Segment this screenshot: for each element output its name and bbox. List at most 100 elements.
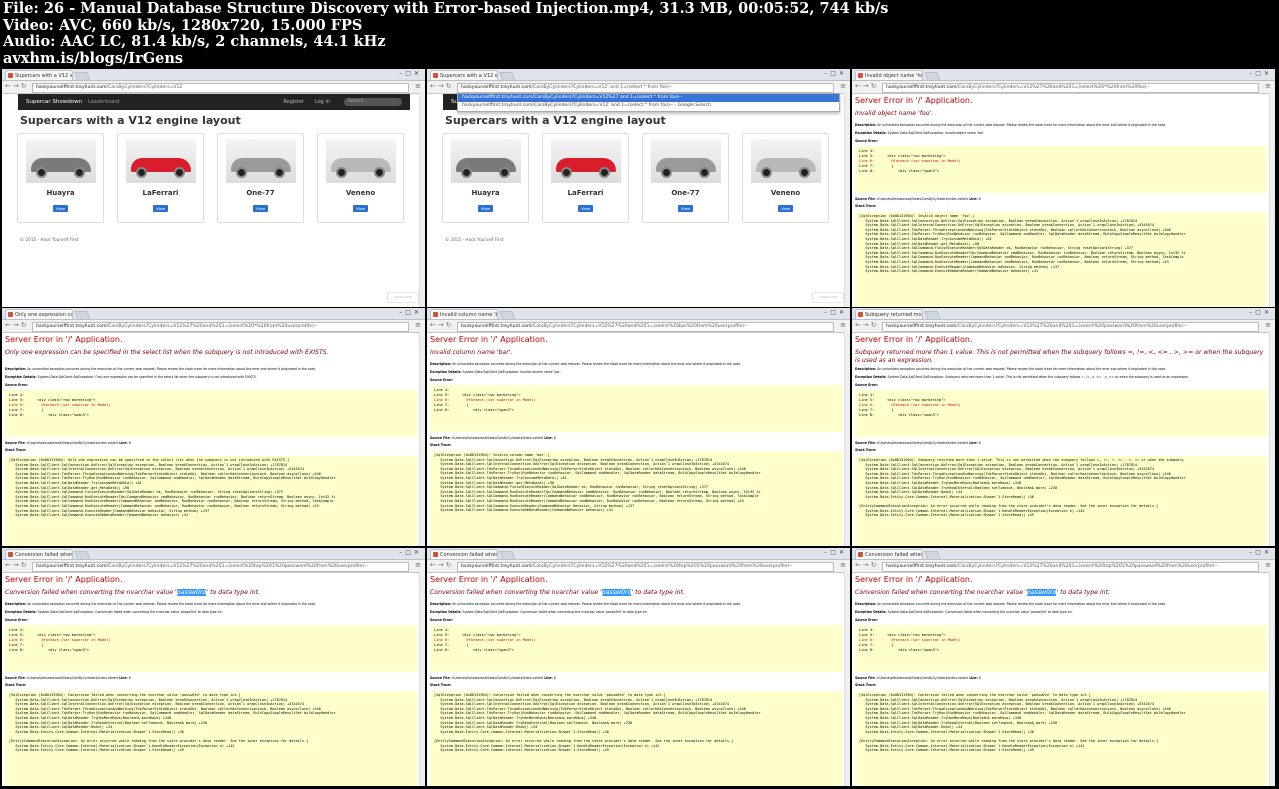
scrollbar[interactable] — [1269, 93, 1275, 307]
menu-icon[interactable]: ≡ — [1265, 561, 1271, 569]
site-brand[interactable]: Supercar Showdown — [26, 94, 82, 110]
car-list: Huayra View LaFerrari View One-77 View Veneno V… — [17, 133, 410, 223]
new-tab-button[interactable] — [74, 72, 91, 81]
view-button[interactable]: View — [253, 205, 268, 212]
url-input[interactable]: hackyourselffirst.troyhunt.com/CarsByCyl… — [882, 561, 1259, 572]
view-button[interactable]: View — [578, 205, 593, 212]
url-input[interactable]: hackyourselffirst.troyhunt.com/CarsByCyl… — [32, 82, 409, 93]
window-controls[interactable]: –□✕ — [399, 309, 422, 316]
new-tab-button[interactable] — [924, 311, 941, 320]
url-path: /CarsByCylinders?Cylinders=V12%27%20and%… — [106, 323, 318, 329]
car-card: One-77 View — [217, 133, 304, 223]
new-tab-button[interactable] — [499, 551, 516, 560]
scrollbar[interactable] — [844, 93, 850, 307]
window-controls[interactable]: –□✕ — [399, 70, 422, 77]
new-tab-button[interactable] — [924, 551, 941, 560]
source-error-label: Source Error: — [855, 383, 1267, 387]
browser-tab[interactable]: Invalid object name 'foo' — [855, 70, 923, 80]
window-controls[interactable]: –□✕ — [824, 309, 847, 316]
url-input[interactable]: hackyourselffirst.troyhunt.com/CarsByCyl… — [882, 82, 1259, 93]
window-controls[interactable]: –□✕ — [1249, 549, 1272, 556]
nav-leaderboard[interactable]: Leaderboard — [88, 94, 120, 110]
new-tab-button[interactable] — [74, 311, 91, 320]
browser-tab[interactable]: Subquery returned more — [855, 309, 923, 319]
url-input[interactable]: hackyourselffirst.troyhunt.com/CarsByCyl… — [457, 82, 834, 93]
back-forward-reload-icons[interactable]: ←→↻ — [430, 82, 454, 90]
url-input[interactable]: hackyourselffirst.troyhunt.com/CarsByCyl… — [32, 321, 409, 332]
url-input[interactable]: hackyourselffirst.troyhunt.com/CarsByCyl… — [457, 321, 834, 332]
browser-tab[interactable]: Conversion failed when — [430, 549, 498, 559]
description-text: An unhandled exception occurred during t… — [877, 367, 1167, 371]
menu-icon[interactable]: ≡ — [415, 561, 421, 569]
browser-tab[interactable]: Invalid column name 'bar' — [430, 309, 498, 319]
wheel-shape — [561, 167, 572, 178]
scrollbar[interactable] — [844, 332, 850, 546]
back-forward-reload-icons[interactable]: ←→↻ — [855, 82, 879, 90]
window-controls[interactable]: –□✕ — [1249, 70, 1272, 77]
browser-screenshot: Invalid object name 'foo' –□✕ ←→↻ hackyours… — [852, 69, 1275, 307]
browser-tab[interactable]: Only one expression can — [5, 309, 73, 319]
menu-icon[interactable]: ≡ — [1265, 321, 1271, 329]
browser-tab[interactable]: Supercars with a V12 eng — [5, 70, 73, 80]
menu-icon[interactable]: ≡ — [840, 321, 846, 329]
stack-trace-label: Stack Trace: — [855, 683, 1267, 687]
window-controls[interactable]: –□✕ — [399, 549, 422, 556]
back-forward-reload-icons[interactable]: ←→↻ — [5, 82, 29, 90]
exception-label: Exception Details: — [5, 375, 37, 379]
car-image — [551, 139, 621, 183]
view-button[interactable]: View — [353, 205, 368, 212]
nav-register[interactable]: Register — [283, 94, 304, 110]
url-input[interactable]: hackyourselffirst.troyhunt.com/CarsByCyl… — [882, 321, 1259, 332]
car-name: Veneno — [770, 189, 801, 197]
back-forward-reload-icons[interactable]: ←→↻ — [430, 321, 454, 329]
window-controls[interactable]: –□✕ — [1249, 309, 1272, 316]
url-input[interactable]: hackyourselffirst.troyhunt.com/CarsByCyl… — [457, 561, 834, 572]
view-button[interactable]: View — [153, 205, 168, 212]
new-tab-button[interactable] — [74, 551, 91, 560]
window-controls[interactable]: –□✕ — [824, 70, 847, 77]
menu-icon[interactable]: ≡ — [415, 321, 421, 329]
url-path: /CarsByCylinders?Cylinders=V12%27%20and%… — [531, 563, 793, 569]
car-card: Huayra View — [17, 133, 104, 223]
menu-icon[interactable]: ≡ — [840, 561, 846, 569]
menu-icon[interactable]: ≡ — [415, 82, 421, 90]
scrollbar[interactable] — [419, 572, 425, 786]
new-tab-button[interactable] — [499, 72, 516, 81]
source-error-label: Source Error: — [5, 383, 417, 387]
search-input[interactable]: Search — [344, 98, 402, 106]
url-input[interactable]: hackyourselffirst.troyhunt.com/CarsByCyl… — [32, 561, 409, 572]
stack-line: System.Data.SqlClient.SqlCommand.Execute… — [434, 508, 614, 513]
suggestion-item[interactable]: hackyourselffirst.troyhunt.com/CarsByCyl… — [458, 102, 839, 110]
browser-tab[interactable]: Supercars with a V12 eng — [430, 70, 498, 80]
tab-bar: Invalid column name 'bar' –□✕ — [427, 308, 850, 320]
back-forward-reload-icons[interactable]: ←→↻ — [855, 561, 879, 569]
view-button[interactable]: View — [478, 205, 493, 212]
stack-line: System.Data.SqlClient.SqlCommand.Execute… — [9, 513, 189, 518]
browser-tab[interactable]: Conversion failed when — [855, 549, 923, 559]
view-button[interactable]: View — [678, 205, 693, 212]
browser-tab[interactable]: Conversion failed when — [5, 549, 73, 559]
nav-login[interactable]: Log in — [315, 94, 330, 110]
window-controls[interactable]: –□✕ — [824, 549, 847, 556]
back-forward-reload-icons[interactable]: ←→↻ — [5, 561, 29, 569]
view-button[interactable]: View — [53, 205, 68, 212]
source-file-label: Source File: — [5, 676, 26, 680]
new-tab-button[interactable] — [499, 311, 516, 320]
source-file-path: d:\home\site\wwwroot\Views\CarsByCylinde… — [451, 676, 544, 680]
back-forward-reload-icons[interactable]: ←→↻ — [430, 561, 454, 569]
scrollbar[interactable] — [419, 93, 425, 307]
view-button[interactable]: View — [778, 205, 793, 212]
back-forward-reload-icons[interactable]: ←→↻ — [855, 321, 879, 329]
browser-screenshot: Subquery returned more –□✕ ←→↻ hackyourself… — [852, 308, 1275, 546]
suggestion-item[interactable]: hackyourselffirst.troyhunt.com/CarsByCyl… — [458, 94, 839, 102]
scrollbar[interactable] — [1269, 332, 1275, 546]
source-file-label: Source File: — [5, 441, 26, 445]
menu-icon[interactable]: ≡ — [1265, 82, 1271, 90]
back-forward-reload-icons[interactable]: ←→↻ — [5, 321, 29, 329]
new-tab-button[interactable] — [924, 72, 941, 81]
error-title: Server Error in '/' Application. — [855, 575, 973, 584]
scrollbar[interactable] — [419, 332, 425, 546]
scrollbar[interactable] — [1269, 572, 1275, 786]
menu-icon[interactable]: ≡ — [840, 82, 846, 90]
scrollbar[interactable] — [844, 572, 850, 786]
